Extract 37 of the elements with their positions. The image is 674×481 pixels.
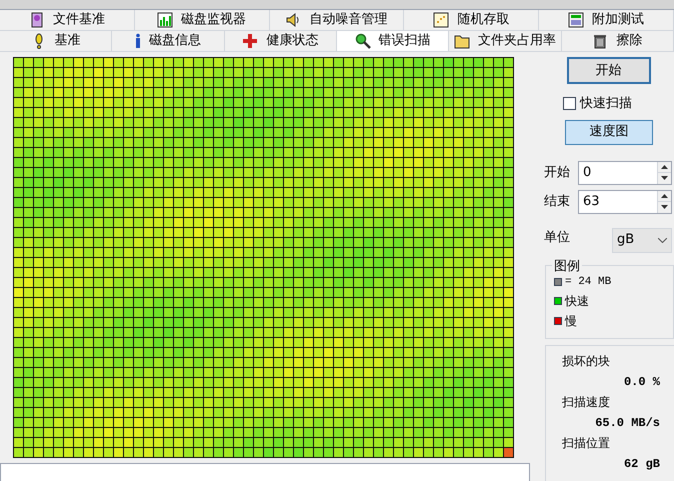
stat-label: 扫描位置 [562, 434, 611, 452]
up-arrow-icon [661, 164, 668, 169]
down-arrow-icon [661, 205, 668, 210]
speaker-icon [285, 12, 302, 28]
folder-icon [454, 33, 470, 49]
number-field[interactable]: 0 [578, 160, 672, 184]
info-icon [134, 33, 141, 49]
tab[interactable]: 健康状态 [224, 31, 337, 51]
speed-map-button[interactable]: 速度图 [565, 120, 653, 144]
stat-label: 损坏的块 [562, 352, 611, 370]
scatter-icon [433, 12, 450, 28]
field-label: 结束 [544, 192, 571, 211]
chevron-down-icon [658, 238, 667, 242]
legend-label: 慢 [565, 313, 577, 330]
trash-icon [592, 33, 608, 49]
unit-dropdown[interactable]: gB [612, 228, 672, 252]
tab[interactable]: 自动噪音管理 [270, 10, 404, 30]
quick-scan-checkbox[interactable]: 快速扫描 [563, 94, 674, 114]
up-arrow-icon [661, 194, 668, 198]
field-label: 单位 [544, 229, 571, 248]
stat-value: 0.0 % [624, 374, 660, 390]
stat-value: 62 gB [624, 456, 660, 472]
legend-label: 快速 [565, 293, 589, 310]
tab[interactable]: 擦除 [562, 31, 674, 51]
down-arrow-icon [661, 176, 668, 180]
spin-buttons[interactable] [657, 162, 671, 184]
number-field[interactable]: 63 [578, 190, 672, 214]
tab[interactable]: 错误扫描 [336, 31, 450, 51]
field-label: 开始 [544, 164, 571, 182]
cross-icon [242, 33, 258, 49]
magnifier-icon [354, 33, 371, 49]
stat-value: 65.0 MB/s [595, 414, 660, 432]
stat-label: 扫描速度 [562, 394, 611, 410]
legend-label: = 24 MB [565, 274, 612, 290]
bar-chart-icon [157, 12, 174, 28]
start-button[interactable]: 开始 [566, 57, 650, 84]
spin-buttons[interactable] [657, 190, 671, 212]
